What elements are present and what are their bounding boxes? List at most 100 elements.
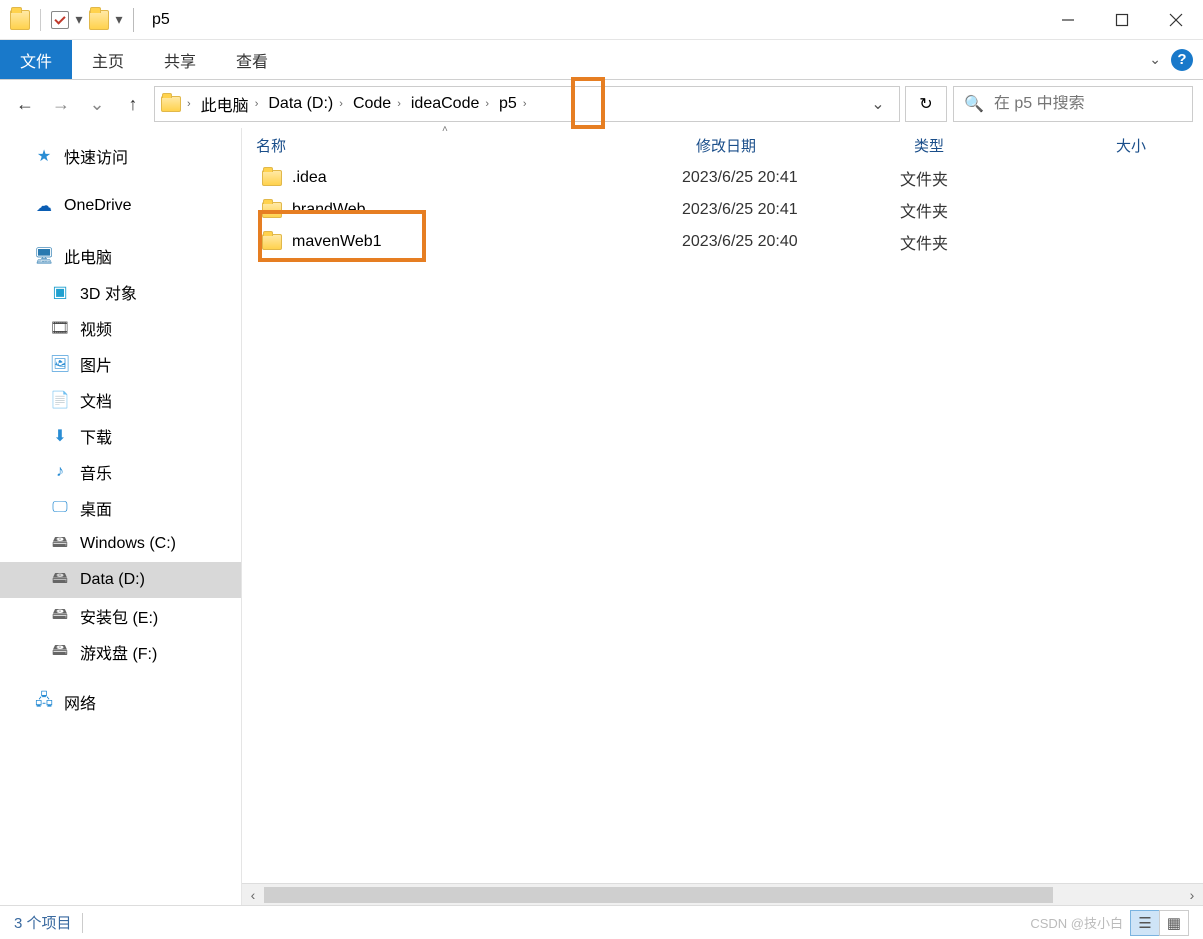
sidebar-item-drive-f[interactable]: 🖴 游戏盘 (F:) <box>0 634 241 670</box>
up-button[interactable]: ↑ <box>118 89 148 119</box>
details-view-button[interactable]: ☰ <box>1130 910 1160 936</box>
search-input[interactable] <box>994 95 1182 113</box>
close-button[interactable] <box>1149 0 1203 40</box>
sidebar-onedrive[interactable]: ☁ OneDrive <box>0 188 241 224</box>
address-bar[interactable]: › 此电脑› Data (D:)› Code› ideaCode› p5› ⌄ <box>154 86 900 122</box>
search-box[interactable]: 🔍 <box>953 86 1193 122</box>
scroll-right-icon[interactable]: › <box>1181 887 1203 903</box>
status-bar: 3 个项目 CSDN @技小白 ☰ ▦ <box>0 905 1203 939</box>
sidebar-label: 游戏盘 (F:) <box>80 640 157 664</box>
maximize-button[interactable] <box>1095 0 1149 40</box>
sidebar-label: 视频 <box>80 316 112 340</box>
file-date: 2023/6/25 20:41 <box>682 169 900 187</box>
breadcrumb-label: Code <box>353 95 391 113</box>
qat-dropdown-icon[interactable]: ▾ <box>73 9 85 31</box>
address-dropdown-icon[interactable]: ⌄ <box>863 94 893 114</box>
scroll-track[interactable] <box>264 884 1181 905</box>
column-header-size[interactable]: 大小 <box>1102 128 1203 162</box>
star-icon: ★ <box>34 147 54 165</box>
list-item[interactable]: mavenWeb1 2023/6/25 20:40 文件夹 <box>242 226 1203 258</box>
minimize-button[interactable] <box>1041 0 1095 40</box>
scroll-thumb[interactable] <box>264 887 1053 903</box>
file-name: .idea <box>292 169 327 187</box>
breadcrumb-label: 此电脑 <box>201 92 249 116</box>
breadcrumb-folder[interactable]: ideaCode› <box>407 87 493 121</box>
back-button[interactable]: ← <box>10 89 40 119</box>
separator <box>40 9 41 31</box>
folder-icon <box>161 96 181 112</box>
status-item-count: 3 个项目 <box>14 912 72 933</box>
horizontal-scrollbar[interactable]: ‹ › <box>242 883 1203 905</box>
separator <box>133 8 134 32</box>
navigation-pane[interactable]: ★ 快速访问 ☁ OneDrive 🖥 此电脑 ▣ 3D 对象 🎞视频 🖼图片 📄… <box>0 128 242 905</box>
download-icon: ⬇ <box>50 427 70 445</box>
drive-icon: 🖴 <box>50 571 70 589</box>
breadcrumb-label: p5 <box>499 95 517 113</box>
qat-customize-icon[interactable]: ▾ <box>113 9 125 31</box>
thumbnails-view-button[interactable]: ▦ <box>1159 910 1189 936</box>
sidebar-label: Windows (C:) <box>80 535 176 553</box>
app-folder-icon[interactable] <box>10 10 30 30</box>
properties-icon[interactable] <box>51 11 69 29</box>
separator <box>82 913 83 933</box>
breadcrumb-drive[interactable]: Data (D:)› <box>264 87 347 121</box>
breadcrumb-current[interactable]: p5› <box>495 87 530 121</box>
sidebar-this-pc[interactable]: 🖥 此电脑 <box>0 238 241 274</box>
sidebar-network[interactable]: 🖧 网络 <box>0 684 241 720</box>
file-date: 2023/6/25 20:41 <box>682 201 900 219</box>
column-header-name[interactable]: 名称 <box>242 128 682 162</box>
sidebar-item-drive-d[interactable]: 🖴Data (D:) <box>0 562 241 598</box>
sidebar-item-drive-e[interactable]: 🖴安装包 (E:) <box>0 598 241 634</box>
breadcrumb-label: Data (D:) <box>268 95 333 113</box>
ribbon-tab-share[interactable]: 共享 <box>144 40 216 79</box>
sidebar-item-pictures[interactable]: 🖼图片 <box>0 346 241 382</box>
new-folder-icon[interactable] <box>89 10 109 30</box>
file-list[interactable]: .idea 2023/6/25 20:41 文件夹 brandWeb 2023/… <box>242 162 1203 883</box>
drive-icon: 🖴 <box>50 643 70 661</box>
recent-locations-button[interactable]: ⌄ <box>82 89 112 119</box>
quick-access-toolbar: ▾ ▾ <box>0 0 125 39</box>
forward-button[interactable]: → <box>46 89 76 119</box>
refresh-button[interactable]: ↻ <box>905 86 947 122</box>
breadcrumb-this-pc[interactable]: 此电脑› <box>197 87 263 121</box>
sidebar-label: 图片 <box>80 352 112 376</box>
3d-icon: ▣ <box>50 283 70 301</box>
sidebar-label: 桌面 <box>80 496 112 520</box>
sidebar-label: 下载 <box>80 424 112 448</box>
ribbon-tab-file[interactable]: 文件 <box>0 40 72 79</box>
sidebar-label: 此电脑 <box>64 244 112 268</box>
column-headers: 名称 ˄ 修改日期 类型 大小 <box>242 128 1203 162</box>
search-icon: 🔍 <box>964 94 984 114</box>
sidebar-quick-access[interactable]: ★ 快速访问 <box>0 138 241 174</box>
ribbon-expand-icon[interactable]: ⌄ <box>1149 51 1161 68</box>
scroll-left-icon[interactable]: ‹ <box>242 887 264 903</box>
desktop-icon: 🖵 <box>50 499 70 517</box>
document-icon: 📄 <box>50 391 70 409</box>
file-type: 文件夹 <box>900 230 1102 254</box>
help-icon[interactable]: ? <box>1171 49 1193 71</box>
list-item[interactable]: .idea 2023/6/25 20:41 文件夹 <box>242 162 1203 194</box>
sidebar-label: 3D 对象 <box>80 280 137 304</box>
breadcrumb-folder[interactable]: Code› <box>349 87 405 121</box>
navigation-bar: ← → ⌄ ↑ › 此电脑› Data (D:)› Code› ideaCode… <box>0 80 1203 128</box>
sidebar-item-desktop[interactable]: 🖵 桌面 <box>0 490 241 526</box>
content-pane: 名称 ˄ 修改日期 类型 大小 .idea 2023/6/25 20:41 文件… <box>242 128 1203 905</box>
sidebar-item-music[interactable]: ♪音乐 <box>0 454 241 490</box>
sidebar-item-documents[interactable]: 📄文档 <box>0 382 241 418</box>
sidebar-item-videos[interactable]: 🎞视频 <box>0 310 241 346</box>
file-name: mavenWeb1 <box>292 233 382 251</box>
network-icon: 🖧 <box>34 693 54 711</box>
sidebar-item-3d[interactable]: ▣ 3D 对象 <box>0 274 241 310</box>
ribbon-tab-view[interactable]: 查看 <box>216 40 288 79</box>
ribbon-tab-home[interactable]: 主页 <box>72 40 144 79</box>
list-item[interactable]: brandWeb 2023/6/25 20:41 文件夹 <box>242 194 1203 226</box>
breadcrumb-chevron[interactable]: › <box>183 87 195 121</box>
column-header-date[interactable]: 修改日期 <box>682 128 900 162</box>
music-icon: ♪ <box>50 463 70 481</box>
sidebar-label: 安装包 (E:) <box>80 604 158 628</box>
ribbon: 文件 主页 共享 查看 ⌄ ? <box>0 40 1203 80</box>
sidebar-item-downloads[interactable]: ⬇ 下载 <box>0 418 241 454</box>
folder-icon <box>262 202 282 218</box>
column-header-type[interactable]: 类型 <box>900 128 1102 162</box>
sidebar-item-drive-c[interactable]: 🖴Windows (C:) <box>0 526 241 562</box>
